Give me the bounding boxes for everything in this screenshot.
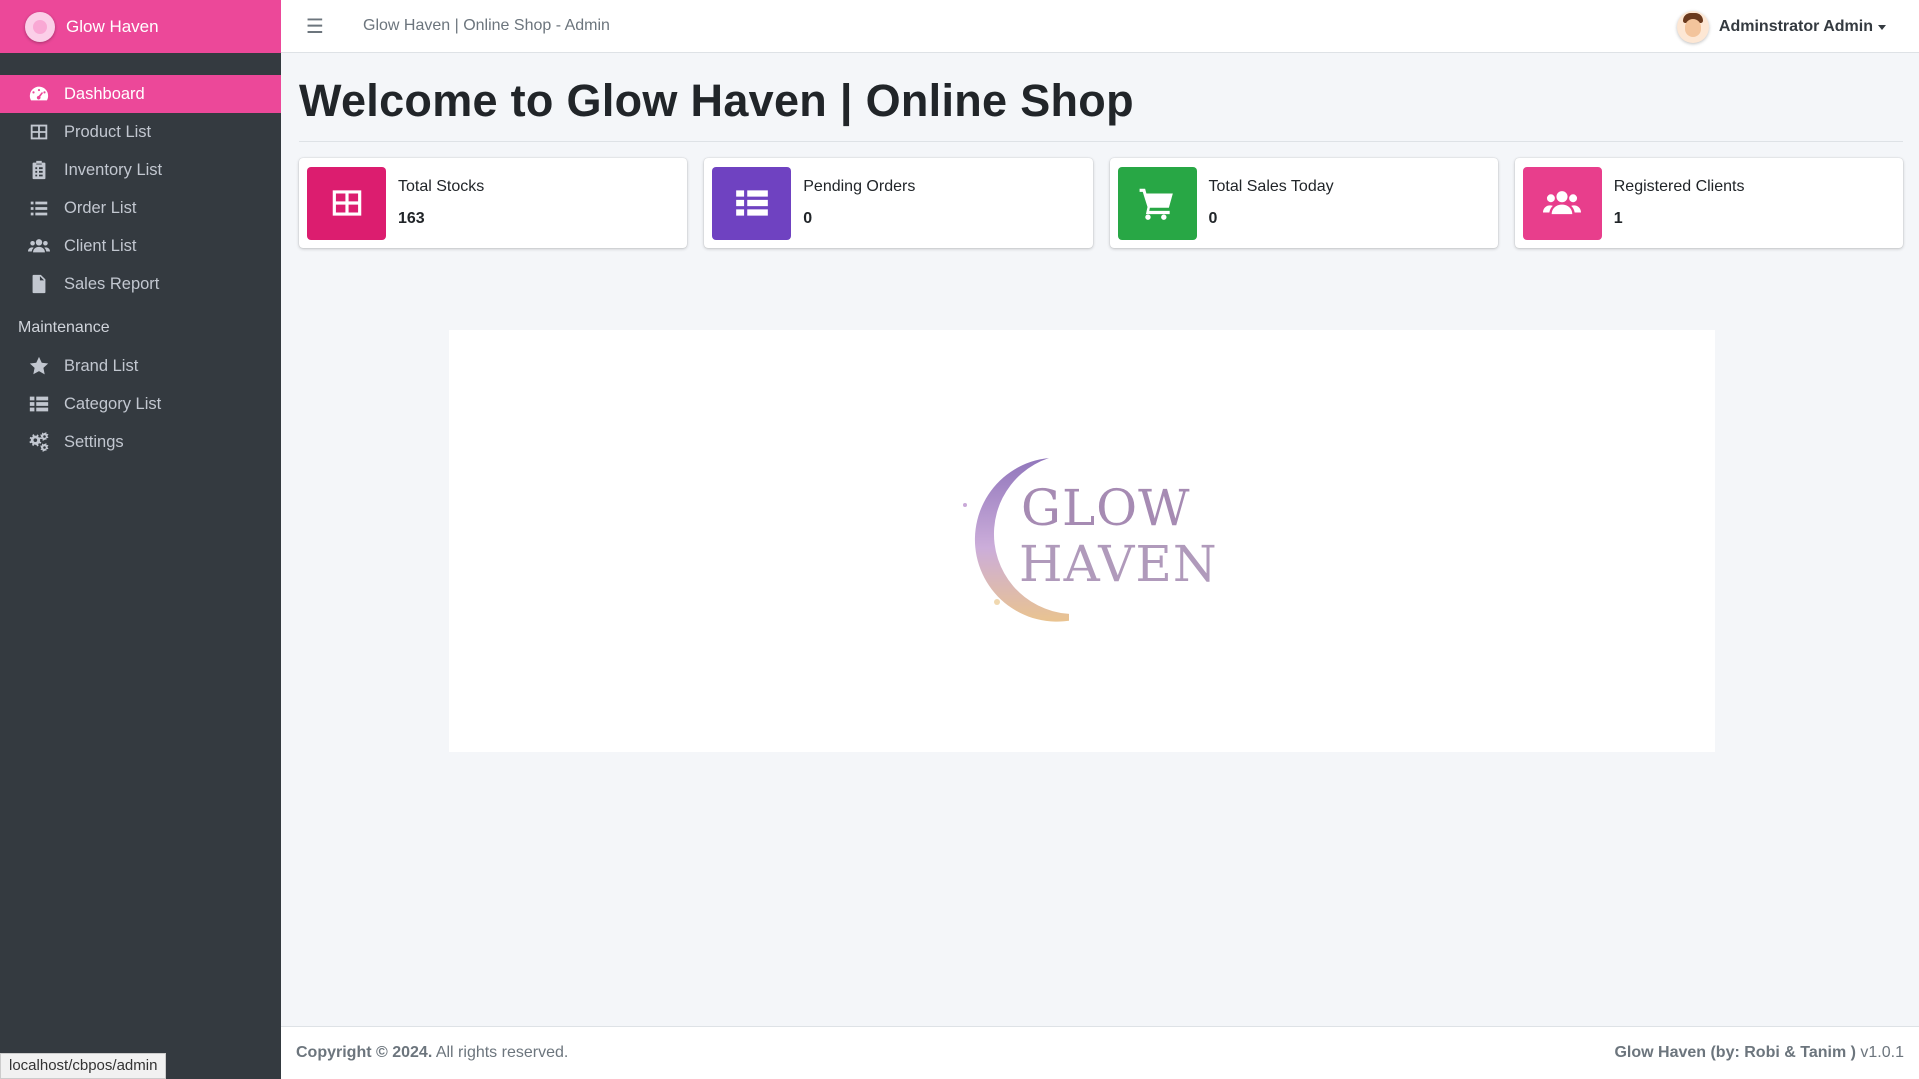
card-value: 0	[1208, 210, 1218, 227]
users-icon	[1522, 166, 1602, 240]
list-icon	[27, 196, 51, 220]
logo-text: GLOW HAVEN	[1019, 479, 1218, 593]
sidebar-item-label: Product List	[64, 122, 152, 141]
sidebar-item-label: Category List	[64, 394, 162, 413]
version-text: v1.0.1	[1860, 1044, 1904, 1061]
user-avatar-icon	[1676, 11, 1709, 43]
card-pending-orders: Pending Orders 0	[704, 158, 1093, 248]
sidebar-item-order-list[interactable]: Order List	[0, 189, 281, 227]
file-icon	[27, 272, 51, 296]
sidebar-item-label: Sales Report	[64, 274, 160, 293]
card-value: 163	[398, 210, 425, 227]
sidebar-item-label: Client List	[64, 236, 137, 255]
clipboard-icon	[27, 158, 51, 182]
main-content: Welcome to Glow Haven | Online Shop Tota…	[281, 53, 1919, 1026]
card-value: 0	[803, 210, 813, 227]
copyright-bold: Copyright © 2024.	[296, 1044, 433, 1061]
card-total-stocks: Total Stocks 163	[299, 158, 688, 248]
sidebar-item-category-list[interactable]: Category List	[0, 385, 281, 423]
sidebar-item-client-list[interactable]: Client List	[0, 227, 281, 265]
info-cards: Total Stocks 163 Pending Orders 0 Total …	[299, 158, 1903, 248]
topbar: ☰ Glow Haven | Online Shop - Admin Admin…	[281, 0, 1919, 53]
sidebar-item-product-list[interactable]: Product List	[0, 113, 281, 151]
title-divider	[299, 141, 1903, 142]
sidebar-item-settings[interactable]: Settings	[0, 423, 281, 461]
star-icon	[27, 354, 51, 378]
table-icon	[27, 120, 51, 144]
footer: Copyright © 2024. All rights reserved. G…	[281, 1026, 1919, 1079]
users-icon	[27, 234, 51, 258]
brand-logo-icon	[25, 11, 55, 42]
logo-line1: GLOW	[1021, 479, 1191, 537]
card-label: Pending Orders	[803, 178, 916, 195]
sidebar-item-label: Inventory List	[64, 160, 163, 179]
list-icon	[712, 166, 792, 240]
sidebar-item-sales-report[interactable]: Sales Report	[0, 265, 281, 303]
sidebar-item-brand-list[interactable]: Brand List	[0, 347, 281, 385]
brand-link[interactable]: Glow Haven	[0, 0, 281, 53]
hamburger-menu-icon[interactable]: ☰	[306, 14, 346, 39]
brand-name: Glow Haven	[66, 16, 159, 36]
sidebar-item-label: Brand List	[64, 356, 139, 375]
sidebar-nav: Dashboard Product List Inventory List Or…	[0, 75, 281, 461]
sidebar-item-dashboard[interactable]: Dashboard	[0, 75, 281, 113]
browser-status-url: localhost/cbpos/admin	[0, 1053, 167, 1079]
sidebar-item-label: Settings	[64, 432, 124, 451]
card-label: Registered Clients	[1613, 178, 1745, 195]
copyright-rest: All rights reserved.	[435, 1044, 569, 1061]
cart-icon	[1117, 166, 1197, 240]
card-total-sales-today: Total Sales Today 0	[1109, 158, 1498, 248]
sidebar: Glow Haven Dashboard Product List Invent…	[0, 0, 281, 1079]
page-title: Welcome to Glow Haven | Online Shop	[299, 75, 1134, 126]
sidebar-item-inventory-list[interactable]: Inventory List	[0, 151, 281, 189]
footer-copyright: Copyright © 2024. All rights reserved.	[296, 1044, 568, 1062]
th-list-icon	[27, 392, 51, 416]
card-value: 1	[1613, 210, 1623, 227]
user-name: Adminstrator Admin	[1718, 18, 1873, 35]
glow-haven-logo: GLOW HAVEN	[949, 450, 1239, 630]
sidebar-item-label: Dashboard	[64, 84, 145, 103]
card-label: Total Sales Today	[1208, 178, 1334, 195]
credit-bold: Glow Haven (by: Robi & Tanim )	[1614, 1044, 1856, 1061]
banner-image: GLOW HAVEN	[449, 330, 1715, 752]
footer-credit: Glow Haven (by: Robi & Tanim ) v1.0.1	[1614, 1044, 1904, 1062]
nav-header-maintenance: Maintenance	[18, 319, 110, 336]
sidebar-item-label: Order List	[64, 198, 137, 217]
card-registered-clients: Registered Clients 1	[1514, 158, 1903, 248]
logo-line2: HAVEN	[1019, 535, 1218, 593]
table-icon	[307, 166, 386, 240]
card-label: Total Stocks	[398, 178, 485, 195]
caret-down-icon	[1878, 24, 1886, 30]
topbar-title: Glow Haven | Online Shop - Admin	[363, 17, 610, 34]
user-dropdown[interactable]: Adminstrator Admin	[1676, 11, 1886, 43]
dashboard-icon	[27, 82, 51, 106]
cogs-icon	[27, 430, 51, 454]
